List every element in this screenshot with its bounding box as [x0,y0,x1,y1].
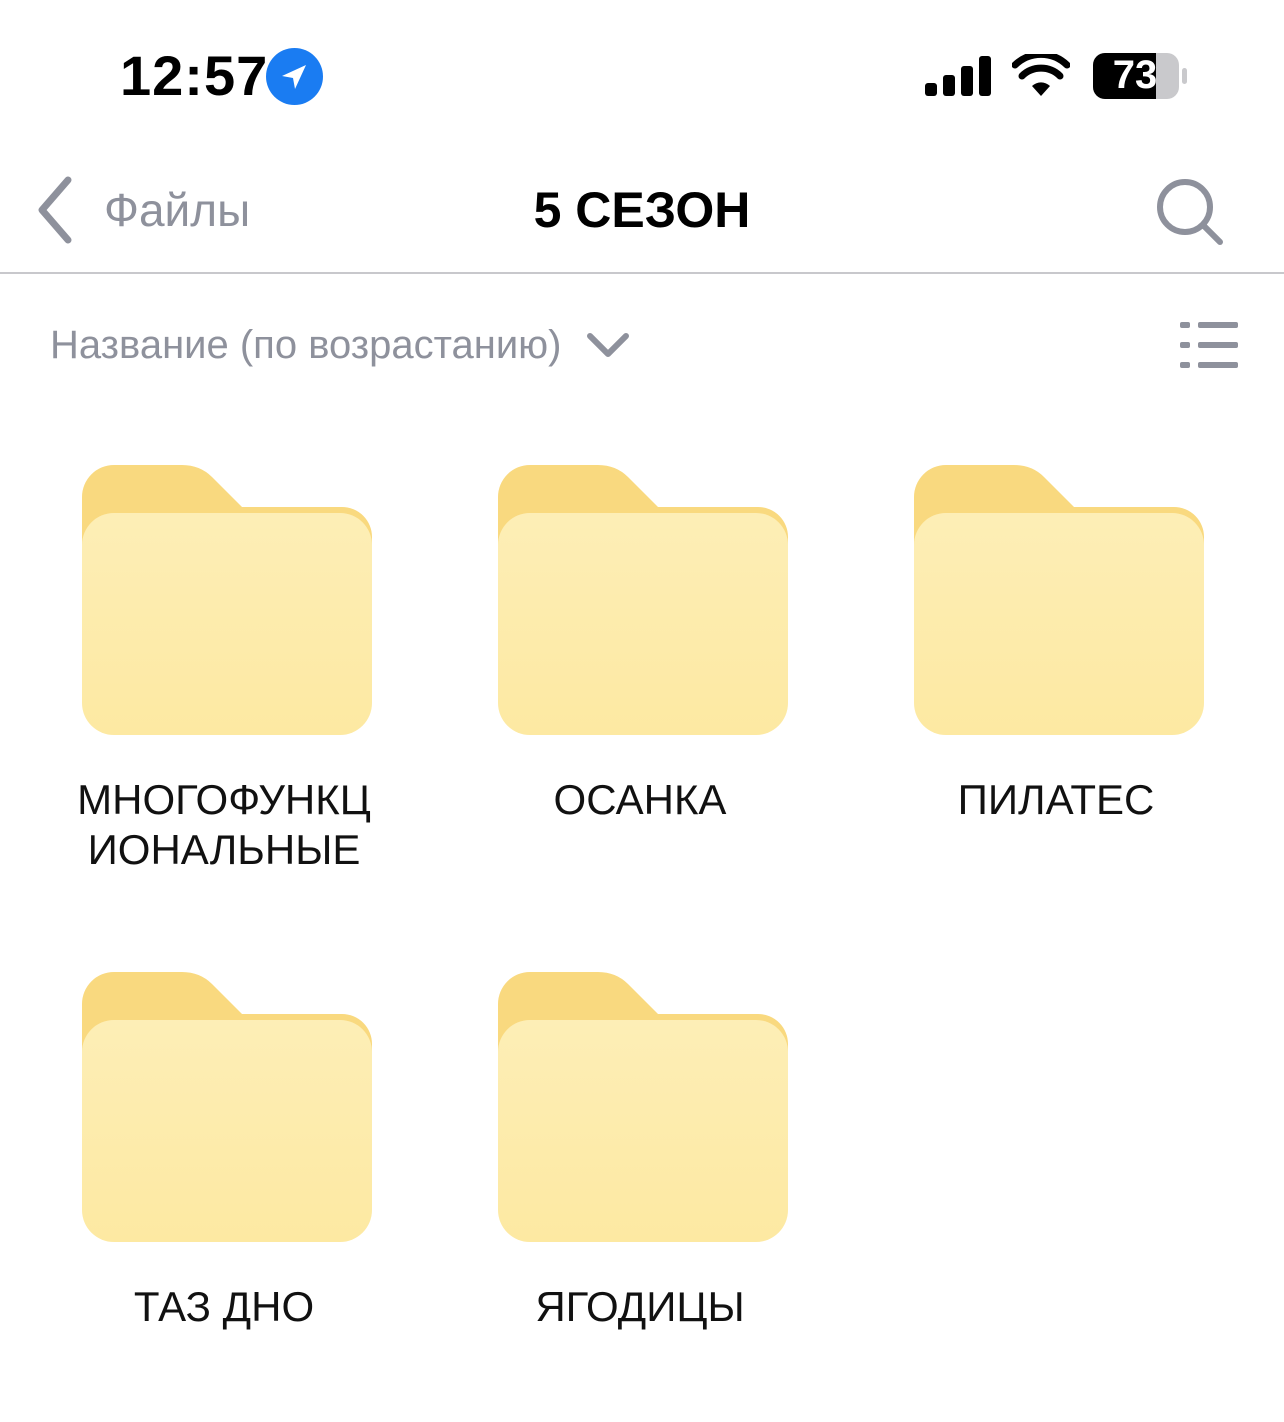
folder-name: ОСАНКА [553,776,727,823]
chevron-down-icon [586,333,629,357]
folder-icon [498,465,788,735]
folder-icon [82,465,372,735]
back-button[interactable]: Файлы [30,170,250,250]
folder-name: МНОГОФУНКЦИОНАЛЬНЫЕ [77,776,371,873]
folder-icon [914,465,1204,735]
folder-icon [82,972,372,1242]
navigation-bar: Файлы 5 СЕЗОН [0,150,1284,274]
folder-name: ПИЛАТЕС [957,776,1155,823]
sort-label: Название (по возрастанию) [50,323,562,367]
status-bar: 12:57 73 [0,0,1284,150]
sort-bar: Название (по возрастанию) [0,300,1284,390]
battery-level: 73 [1112,53,1158,97]
folder-name: ЯГОДИЦЫ [535,1283,745,1330]
search-icon[interactable] [1150,172,1230,252]
wifi-icon [1012,54,1070,96]
folder-icon [498,972,788,1242]
cellular-signal-icon [925,56,991,96]
folder-name: ТАЗ ДНО [133,1283,315,1330]
chevron-left-icon [38,176,72,244]
status-time: 12:57 [120,44,269,107]
location-arrow-icon [266,48,323,105]
sort-dropdown[interactable]: Название (по возрастанию) [50,300,630,390]
list-view-icon[interactable] [1180,318,1240,372]
back-label: Файлы [104,184,251,236]
